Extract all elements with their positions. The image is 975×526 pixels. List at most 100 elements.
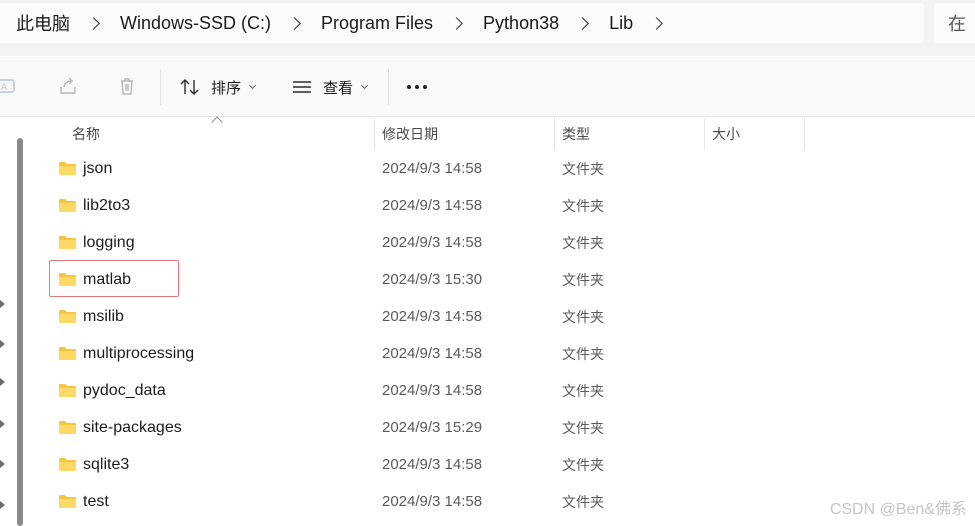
- file-row[interactable]: matlab 2024/9/3 15:30 文件夹: [32, 261, 975, 298]
- breadcrumb-this-pc[interactable]: 此电脑: [16, 10, 70, 36]
- file-name: site-packages: [83, 418, 182, 436]
- file-name: multiprocessing: [83, 344, 195, 362]
- view-button[interactable]: 查看: [291, 72, 369, 102]
- folder-icon: [59, 421, 76, 434]
- file-row[interactable]: logging 2024/9/3 14:58 文件夹: [32, 224, 975, 261]
- folder-icon: [59, 273, 76, 286]
- sort-icon: [180, 79, 199, 95]
- file-type: 文件夹: [562, 160, 604, 177]
- file-row[interactable]: site-packages 2024/9/3 15:29 文件夹: [32, 409, 975, 446]
- file-name-cell[interactable]: test: [58, 483, 109, 520]
- breadcrumb-lib[interactable]: Lib: [609, 13, 633, 34]
- file-name: test: [83, 492, 109, 510]
- file-name-cell[interactable]: sqlite3: [58, 446, 129, 483]
- folder-icon: [59, 384, 76, 397]
- column-header-name[interactable]: 名称: [72, 118, 100, 150]
- file-name-cell[interactable]: site-packages: [58, 409, 182, 446]
- navigation-pane: [0, 118, 32, 526]
- file-name-cell[interactable]: lib2to3: [58, 187, 130, 224]
- toolbar-divider: [388, 69, 389, 105]
- file-type: 文件夹: [562, 197, 604, 214]
- file-date: 2024/9/3 14:58: [382, 234, 483, 251]
- chevron-right-icon[interactable]: [0, 340, 5, 348]
- watermark: CSDN @Ben&佛系: [829, 501, 967, 518]
- file-type: 文件夹: [562, 308, 604, 325]
- column-header-type[interactable]: 类型: [562, 118, 590, 150]
- folder-icon: [59, 495, 76, 508]
- rename-icon[interactable]: A: [0, 75, 18, 97]
- file-name: pydoc_data: [83, 381, 166, 399]
- breadcrumb-drive-c[interactable]: Windows-SSD (C:): [120, 13, 271, 34]
- more-icon[interactable]: [407, 85, 427, 89]
- search-input-text: 在: [948, 14, 966, 34]
- breadcrumb[interactable]: 此电脑 Windows-SSD (C:) Program Files Pytho…: [0, 3, 924, 43]
- chevron-right-icon[interactable]: [0, 501, 5, 509]
- folder-icon: [59, 310, 76, 323]
- folder-icon: [59, 236, 76, 249]
- file-name-cell[interactable]: logging: [58, 224, 135, 261]
- file-row[interactable]: multiprocessing 2024/9/3 14:58 文件夹: [32, 335, 975, 372]
- sort-button[interactable]: 排序: [179, 72, 257, 102]
- file-type: 文件夹: [562, 419, 604, 436]
- file-name-cell[interactable]: pydoc_data: [58, 372, 166, 409]
- sort-label: 排序: [211, 79, 242, 97]
- column-divider[interactable]: [704, 118, 705, 150]
- file-type: 文件夹: [562, 493, 604, 510]
- chevron-right-icon[interactable]: [87, 16, 100, 30]
- file-name-cell[interactable]: msilib: [58, 298, 124, 335]
- file-row[interactable]: sqlite3 2024/9/3 14:58 文件夹: [32, 446, 975, 483]
- file-name-cell[interactable]: multiprocessing: [58, 335, 194, 372]
- file-date: 2024/9/3 15:29: [382, 419, 483, 436]
- column-divider[interactable]: [374, 118, 375, 150]
- breadcrumb-python38[interactable]: Python38: [483, 13, 559, 34]
- file-name: json: [83, 159, 113, 177]
- file-date: 2024/9/3 14:58: [382, 382, 483, 399]
- file-type: 文件夹: [562, 271, 604, 288]
- view-icon: [293, 81, 311, 93]
- file-date: 2024/9/3 14:58: [382, 456, 483, 473]
- chevron-right-icon[interactable]: [0, 460, 5, 468]
- file-name: matlab: [83, 270, 132, 288]
- chevron-right-icon[interactable]: [650, 16, 664, 30]
- file-type: 文件夹: [562, 456, 604, 473]
- file-name-cell[interactable]: json: [58, 150, 112, 187]
- chevron-right-icon[interactable]: [450, 16, 463, 30]
- file-row[interactable]: pydoc_data 2024/9/3 14:58 文件夹: [32, 372, 975, 409]
- chevron-down-icon: [248, 81, 257, 89]
- folder-icon: [59, 199, 76, 212]
- chevron-right-icon[interactable]: [0, 300, 5, 308]
- column-header-date[interactable]: 修改日期: [382, 118, 438, 150]
- column-divider[interactable]: [804, 118, 805, 150]
- share-icon[interactable]: [57, 75, 79, 97]
- file-name: msilib: [83, 307, 124, 325]
- chevron-down-icon: [360, 81, 369, 89]
- search-input[interactable]: 在: [934, 3, 975, 43]
- file-name-cell[interactable]: matlab: [58, 261, 131, 298]
- toolbar-divider: [160, 69, 161, 105]
- file-row[interactable]: msilib 2024/9/3 14:58 文件夹: [32, 298, 975, 335]
- file-name: logging: [83, 233, 135, 251]
- file-row[interactable]: json 2024/9/3 14:58 文件夹: [32, 150, 975, 187]
- folder-icon: [59, 347, 76, 360]
- file-name: sqlite3: [83, 455, 130, 473]
- file-date: 2024/9/3 14:58: [382, 197, 483, 214]
- file-row[interactable]: lib2to3 2024/9/3 14:58 文件夹: [32, 187, 975, 224]
- file-name: lib2to3: [83, 196, 131, 214]
- chevron-right-icon[interactable]: [576, 16, 589, 30]
- svg-text:A: A: [1, 83, 8, 93]
- file-date: 2024/9/3 14:58: [382, 493, 483, 510]
- chevron-right-icon[interactable]: [0, 378, 5, 386]
- folder-icon: [59, 458, 76, 471]
- file-date: 2024/9/3 14:58: [382, 345, 483, 362]
- column-divider[interactable]: [554, 118, 555, 150]
- chevron-right-icon[interactable]: [288, 16, 301, 30]
- file-date: 2024/9/3 14:58: [382, 160, 483, 177]
- breadcrumb-program-files[interactable]: Program Files: [321, 13, 433, 34]
- file-type: 文件夹: [562, 345, 604, 362]
- nav-scrollbar[interactable]: [17, 138, 23, 526]
- file-date: 2024/9/3 14:58: [382, 308, 483, 325]
- delete-icon[interactable]: [116, 75, 138, 97]
- column-header-size[interactable]: 大小: [712, 118, 740, 150]
- command-bar: A 排序 查看: [0, 57, 975, 117]
- chevron-right-icon[interactable]: [0, 420, 5, 428]
